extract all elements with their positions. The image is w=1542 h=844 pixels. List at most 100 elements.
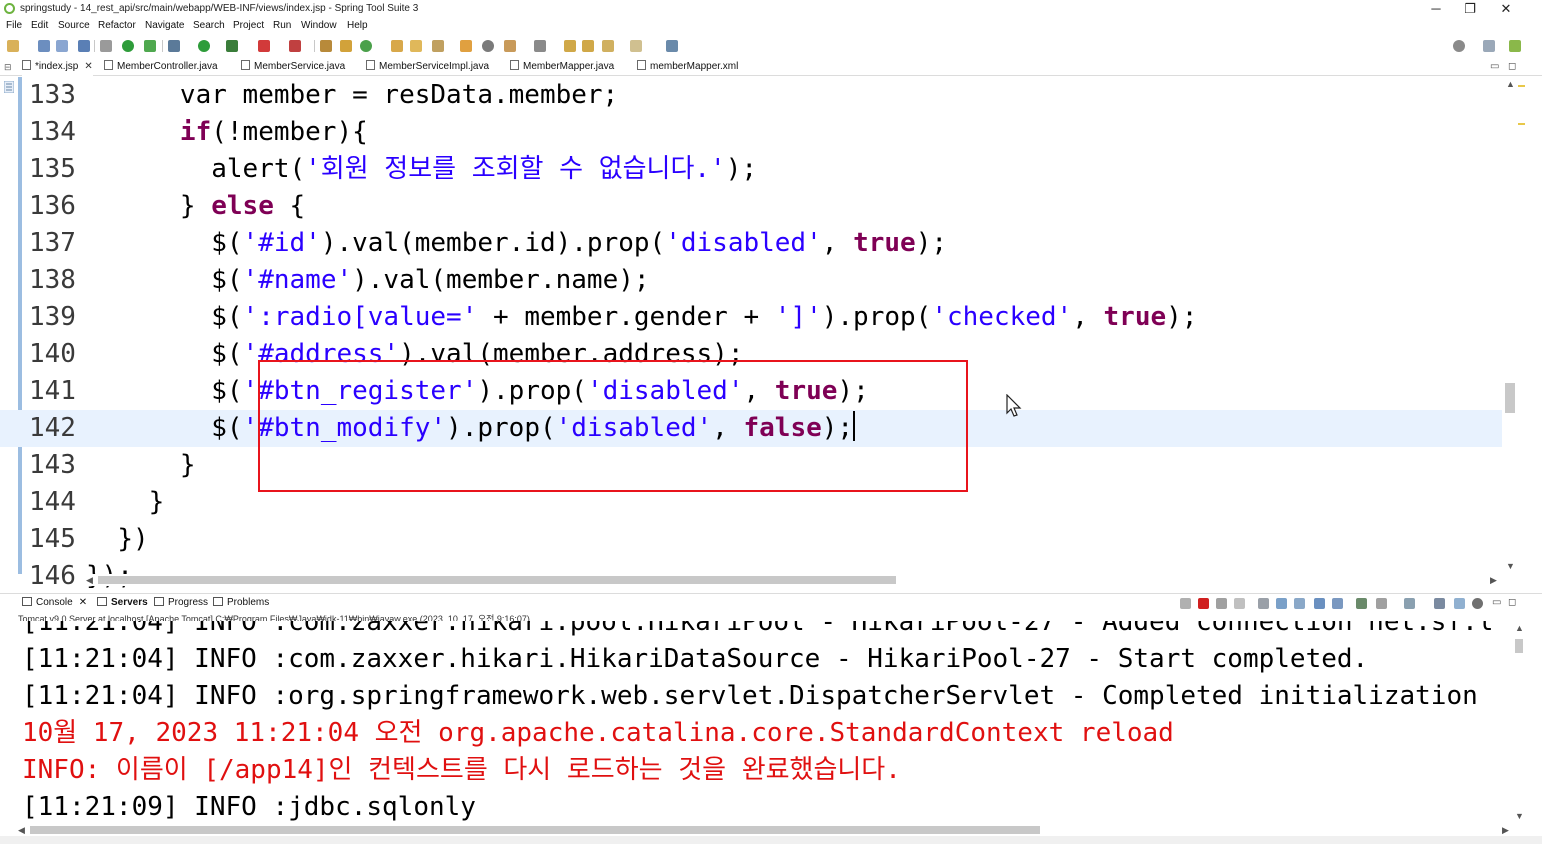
scroll-up-icon[interactable]: ▲ bbox=[1506, 79, 1515, 89]
run-icon[interactable] bbox=[198, 40, 210, 52]
spring-perspective-icon[interactable] bbox=[1509, 40, 1521, 52]
stop-icon[interactable] bbox=[258, 40, 270, 52]
maximize-editor-icon[interactable]: ◻ bbox=[1508, 58, 1516, 76]
code-line[interactable]: 133 var member = resData.member; bbox=[0, 77, 1502, 114]
new-project-icon[interactable] bbox=[320, 40, 332, 52]
minimize-editor-icon[interactable]: ▭ bbox=[1490, 58, 1499, 76]
close-tab-icon[interactable]: ✕ bbox=[84, 61, 92, 72]
menu-project[interactable]: Project bbox=[233, 20, 264, 31]
scroll-thumb[interactable] bbox=[1505, 383, 1515, 413]
toggle-icon[interactable] bbox=[100, 40, 112, 52]
maximize-console-icon[interactable]: ◻ bbox=[1508, 594, 1516, 612]
menu-edit[interactable]: Edit bbox=[31, 20, 48, 31]
restore-button[interactable]: ❐ bbox=[1460, 1, 1480, 17]
tab-membermapper-java[interactable]: MemberMapper.java bbox=[510, 58, 614, 76]
menu-refactor[interactable]: Refactor bbox=[98, 20, 136, 31]
search-task-icon[interactable] bbox=[432, 40, 444, 52]
view-menu-icon[interactable]: ⊟ bbox=[4, 58, 12, 76]
code-line[interactable]: 139 $(':radio[value=' + member.gender + … bbox=[0, 299, 1502, 336]
scroll-left-icon[interactable]: ◀ bbox=[86, 575, 93, 586]
scroll-thumb[interactable] bbox=[1515, 639, 1523, 653]
menu-search[interactable]: Search bbox=[193, 20, 225, 31]
menu-navigate[interactable]: Navigate bbox=[145, 20, 184, 31]
search-icon[interactable] bbox=[1453, 40, 1465, 52]
disconnect-icon[interactable] bbox=[1180, 598, 1191, 609]
code-line[interactable]: 138 $('#name').val(member.name); bbox=[0, 262, 1502, 299]
tab-problems[interactable]: Problems bbox=[213, 594, 269, 612]
open-perspective-icon[interactable] bbox=[1483, 40, 1495, 52]
scroll-right-icon[interactable]: ▶ bbox=[1490, 575, 1497, 586]
save-all-icon[interactable] bbox=[56, 40, 68, 52]
show-stderr-icon[interactable] bbox=[1314, 598, 1325, 609]
close-window-button[interactable]: ✕ bbox=[1496, 1, 1516, 17]
open-folder-icon[interactable] bbox=[410, 40, 422, 52]
new-console-icon[interactable] bbox=[1404, 598, 1415, 609]
tab-memberserviceimpl[interactable]: MemberServiceImpl.java bbox=[366, 58, 489, 76]
pin-editor-icon[interactable] bbox=[666, 40, 678, 52]
back-icon[interactable] bbox=[602, 40, 614, 52]
tab-membercontroller[interactable]: MemberController.java bbox=[104, 58, 218, 76]
scroll-thumb[interactable] bbox=[30, 826, 1040, 834]
new-icon[interactable] bbox=[7, 40, 19, 52]
console-output[interactable]: [11:21:04] INFO :com.zaxxer.hikari.pool.… bbox=[0, 621, 1542, 824]
tab-index-jsp[interactable]: *index.jsp ✕ bbox=[22, 58, 93, 76]
terminate-icon[interactable] bbox=[289, 40, 301, 52]
gear-icon[interactable] bbox=[1472, 598, 1483, 609]
code-editor[interactable]: 133 var member = resData.member; 134 if(!… bbox=[0, 77, 1542, 588]
scroll-left-icon[interactable]: ◀ bbox=[18, 825, 25, 836]
console-horizontal-scrollbar[interactable]: ◀ ▶ bbox=[18, 824, 1512, 836]
console-vertical-scrollbar[interactable]: ▲ ▼ bbox=[1512, 621, 1526, 824]
display-console-icon[interactable] bbox=[1356, 598, 1367, 609]
remove-all-icon[interactable] bbox=[1234, 598, 1245, 609]
next-annotation-icon[interactable] bbox=[534, 40, 546, 52]
code-line[interactable]: 137 $('#id').val(member.id).prop('disabl… bbox=[0, 225, 1502, 262]
overview-marker[interactable] bbox=[1518, 123, 1525, 125]
tab-membermapper-xml[interactable]: memberMapper.xml bbox=[637, 58, 738, 76]
tab-servers[interactable]: Servers bbox=[97, 594, 148, 612]
print-icon[interactable] bbox=[78, 40, 90, 52]
annotation-icon[interactable] bbox=[504, 40, 516, 52]
remove-launch-icon[interactable] bbox=[1216, 598, 1227, 609]
last-edit-icon[interactable] bbox=[564, 40, 576, 52]
code-line[interactable]: 136 } else { bbox=[0, 188, 1502, 225]
tab-memberservice[interactable]: MemberService.java bbox=[241, 58, 345, 76]
view-menu-icon[interactable] bbox=[1454, 598, 1465, 609]
globe-icon[interactable] bbox=[482, 40, 494, 52]
next-edit-icon[interactable] bbox=[582, 40, 594, 52]
code-line[interactable]: 135 alert('회원 정보를 조회할 수 없습니다.'); bbox=[0, 151, 1502, 188]
refresh-server-icon[interactable] bbox=[144, 40, 156, 52]
terminate-icon[interactable] bbox=[1198, 598, 1209, 609]
tab-console[interactable]: Console ✕ bbox=[22, 594, 87, 612]
menu-help[interactable]: Help bbox=[347, 20, 368, 31]
open-resource-icon[interactable] bbox=[460, 40, 472, 52]
close-tab-icon[interactable]: ✕ bbox=[79, 597, 87, 608]
scroll-thumb[interactable] bbox=[98, 576, 896, 584]
editor-horizontal-scrollbar[interactable]: ◀ ▶ bbox=[86, 574, 1502, 586]
save-icon[interactable] bbox=[38, 40, 50, 52]
code-line[interactable]: 134 if(!member){ bbox=[0, 114, 1502, 151]
start-server-icon[interactable] bbox=[122, 40, 134, 52]
menu-run[interactable]: Run bbox=[273, 20, 291, 31]
new-class-icon[interactable] bbox=[360, 40, 372, 52]
scroll-right-icon[interactable]: ▶ bbox=[1502, 825, 1509, 836]
menu-window[interactable]: Window bbox=[301, 20, 337, 31]
scroll-down-icon[interactable]: ▼ bbox=[1506, 561, 1515, 571]
new-package-icon[interactable] bbox=[340, 40, 352, 52]
link-icon[interactable] bbox=[1434, 598, 1445, 609]
menu-source[interactable]: Source bbox=[58, 20, 90, 31]
editor-vertical-scrollbar[interactable]: ▲ ▼ bbox=[1502, 77, 1518, 574]
run-external-icon[interactable] bbox=[226, 40, 238, 52]
scroll-down-icon[interactable]: ▼ bbox=[1515, 811, 1524, 821]
debug-icon[interactable] bbox=[168, 40, 180, 52]
overview-marker[interactable] bbox=[1518, 85, 1525, 87]
menu-file[interactable]: File bbox=[6, 20, 22, 31]
scroll-lock-icon[interactable] bbox=[1258, 598, 1269, 609]
tab-progress[interactable]: Progress bbox=[154, 594, 208, 612]
forward-icon[interactable] bbox=[630, 40, 642, 52]
pin-console-icon[interactable] bbox=[1332, 598, 1343, 609]
scroll-up-icon[interactable]: ▲ bbox=[1515, 623, 1524, 633]
minimize-console-icon[interactable]: ▭ bbox=[1492, 594, 1501, 612]
open-console-icon[interactable] bbox=[1376, 598, 1387, 609]
code-line[interactable]: 145 }) bbox=[0, 521, 1502, 558]
open-type-icon[interactable] bbox=[391, 40, 403, 52]
